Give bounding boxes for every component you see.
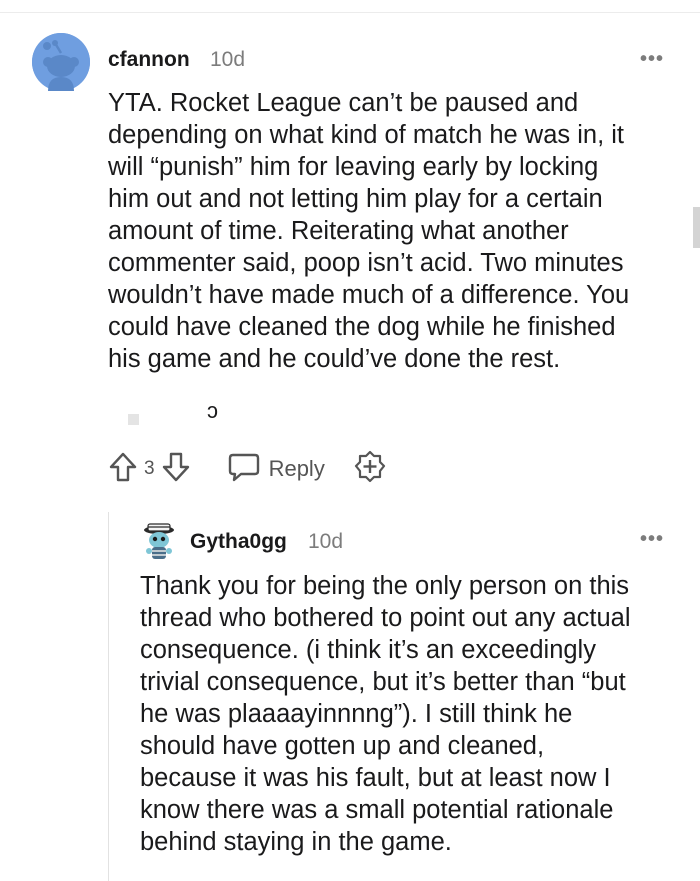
user-avatar-icon — [144, 523, 174, 559]
comment-timestamp: 10d — [210, 48, 246, 71]
vote-count: 3 — [144, 458, 155, 479]
more-options-button[interactable]: ••• — [640, 48, 664, 71]
comment-author[interactable]: cfannon — [108, 48, 190, 72]
reply-label: Reply — [268, 456, 325, 481]
user-avatar-icon[interactable] — [32, 33, 90, 91]
stray-glyph: ɔ — [207, 398, 218, 423]
scrollbar-thumb[interactable] — [693, 207, 700, 248]
comment-actions: 3 Reply — [108, 450, 387, 489]
stray-square — [128, 414, 139, 425]
upvote-icon[interactable] — [108, 451, 138, 488]
thread-line[interactable] — [108, 512, 109, 881]
reply-button[interactable]: Reply — [227, 452, 325, 487]
reply-more-options-button[interactable]: ••• — [640, 528, 664, 551]
reply-author[interactable]: Gytha0gg — [190, 530, 287, 554]
comment-body: YTA. Rocket League can’t be paused and d… — [108, 89, 630, 373]
reddit-snoo-avatar-icon — [32, 33, 90, 91]
reply-body: Thank you for being the only person on t… — [140, 572, 631, 856]
award-plus-icon[interactable] — [353, 450, 387, 489]
user-avatar-icon[interactable] — [140, 521, 178, 561]
downvote-icon[interactable] — [161, 451, 191, 488]
top-divider — [0, 12, 700, 13]
reply-timestamp: 10d — [308, 530, 344, 553]
reply-bubble-icon — [227, 452, 261, 487]
